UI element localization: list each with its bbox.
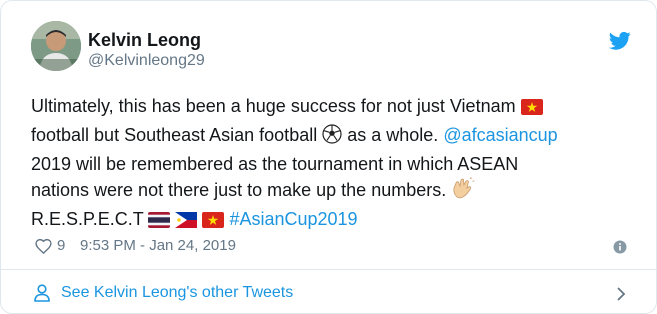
author-handle[interactable]: @Kelvinleong29 bbox=[88, 51, 205, 71]
tweet-text-line-3: 2019 will be remembered as the tournamen… bbox=[31, 154, 519, 174]
philippines-flag-icon bbox=[175, 209, 198, 235]
tweet-text-line-2a: football but Southeast Asian football bbox=[31, 125, 318, 145]
other-tweets-link[interactable]: See Kelvin Leong's other Tweets bbox=[31, 276, 631, 310]
info-icon[interactable] bbox=[613, 239, 627, 254]
like-count[interactable]: 9 bbox=[57, 235, 65, 257]
divider bbox=[1, 269, 656, 270]
tweet-text-line-4: nations were not there just to make up t… bbox=[31, 180, 447, 200]
tweet-timestamp[interactable]: 9:53 PM - Jan 24, 2019 bbox=[80, 235, 236, 257]
twitter-bird-icon[interactable] bbox=[608, 31, 631, 51]
hashtag-link[interactable]: #AsianCup2019 bbox=[229, 209, 357, 229]
tweet-text-line-5: R.E.S.P.E.C.T bbox=[31, 209, 144, 229]
clapping-hands-icon bbox=[451, 177, 475, 206]
author-name[interactable]: Kelvin Leong bbox=[88, 29, 205, 51]
mention-link[interactable]: @afcasiancup bbox=[443, 125, 557, 145]
person-icon bbox=[34, 284, 50, 302]
avatar[interactable] bbox=[31, 21, 81, 71]
tweet-text-line-2b: as a whole. bbox=[347, 125, 439, 145]
tweet-text: Ultimately, this has been a huge success… bbox=[31, 93, 631, 235]
heart-icon[interactable] bbox=[35, 238, 52, 255]
vietnam-flag-icon bbox=[520, 96, 543, 122]
tweet-card: Kelvin Leong @Kelvinleong29 Ultimately, … bbox=[0, 0, 657, 314]
other-tweets-label[interactable]: See Kelvin Leong's other Tweets bbox=[61, 283, 293, 303]
tweet-header: Kelvin Leong @Kelvinleong29 bbox=[31, 21, 631, 77]
soccer-ball-icon bbox=[322, 124, 342, 151]
vietnam-flag-icon bbox=[202, 209, 225, 235]
chevron-right-icon[interactable] bbox=[615, 286, 627, 302]
thailand-flag-icon bbox=[148, 209, 171, 235]
tweet-meta: 9 9:53 PM - Jan 24, 2019 bbox=[31, 235, 631, 257]
tweet-text-line-1: Ultimately, this has been a huge success… bbox=[31, 96, 516, 116]
author-names: Kelvin Leong @Kelvinleong29 bbox=[88, 29, 205, 71]
